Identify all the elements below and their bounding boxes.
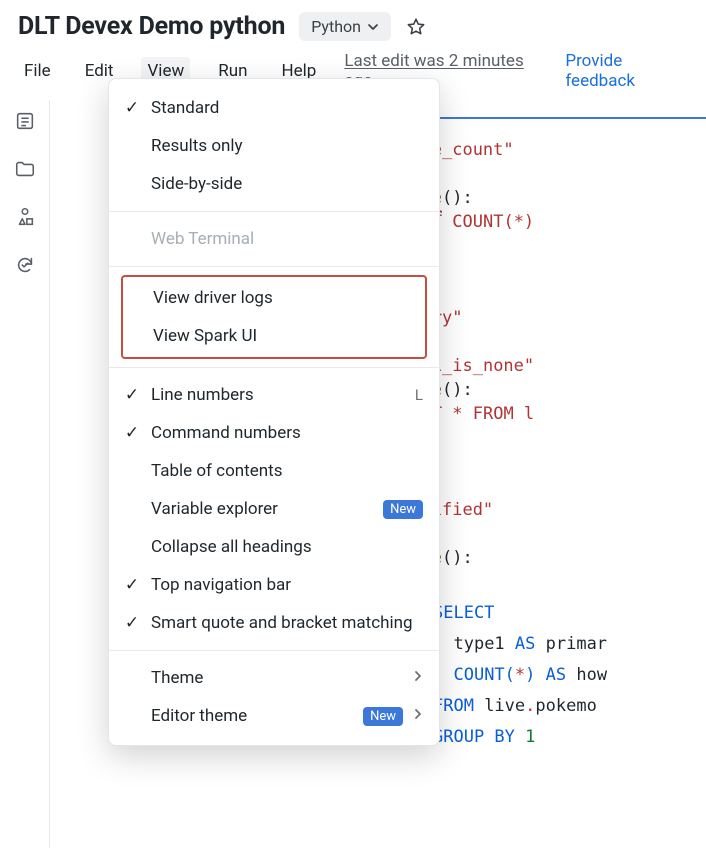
menu-separator [109, 650, 439, 651]
check-icon: ✓ [123, 613, 141, 633]
check-icon: ✓ [123, 575, 141, 595]
language-label: Python [311, 17, 361, 36]
menu-smart-quote[interactable]: ✓ Smart quote and bracket matching [109, 604, 439, 642]
new-badge: New [363, 707, 403, 726]
menu-view-driver-logs[interactable]: ✓ View driver logs [123, 279, 425, 317]
menu-separator [109, 211, 439, 212]
menu-view-spark-ui[interactable]: ✓ View Spark UI [123, 317, 425, 355]
language-selector[interactable]: Python [299, 12, 391, 41]
menu-command-numbers[interactable]: ✓ Command numbers [109, 414, 439, 452]
menu-theme[interactable]: ✓ Theme [109, 659, 439, 697]
menu-table-of-contents[interactable]: ✓ Table of contents [109, 452, 439, 490]
view-menu-dropdown: ✓ Standard ✓ Results only ✓ Side-by-side… [108, 78, 440, 746]
shapes-icon[interactable] [14, 206, 36, 232]
check-icon: ✓ [123, 98, 141, 118]
chevron-right-icon [413, 706, 423, 726]
star-icon[interactable] [405, 16, 427, 38]
folder-icon[interactable] [14, 158, 36, 184]
menu-editor-theme[interactable]: ✓ Editor theme New [109, 697, 439, 735]
new-badge: New [383, 500, 423, 519]
menu-standard[interactable]: ✓ Standard [109, 89, 439, 127]
shortcut-label: L [415, 386, 423, 404]
refresh-icon[interactable] [14, 254, 36, 280]
toc-icon[interactable] [14, 110, 36, 136]
check-icon: ✓ [123, 385, 141, 405]
menu-top-nav-bar[interactable]: ✓ Top navigation bar [109, 566, 439, 604]
provide-feedback-link[interactable]: Provide feedback [565, 51, 688, 91]
left-rail [0, 100, 50, 848]
menu-separator [109, 367, 439, 368]
menu-web-terminal: ✓ Web Terminal [109, 220, 439, 258]
menu-line-numbers[interactable]: ✓ Line numbers L [109, 376, 439, 414]
menu-separator [109, 266, 439, 267]
menu-side-by-side[interactable]: ✓ Side-by-side [109, 165, 439, 203]
menu-collapse-headings[interactable]: ✓ Collapse all headings [109, 528, 439, 566]
check-icon: ✓ [123, 423, 141, 443]
page-title: DLT Devex Demo python [18, 12, 285, 41]
chevron-right-icon [413, 668, 423, 688]
menu-file[interactable]: File [18, 57, 57, 85]
highlighted-section: ✓ View driver logs ✓ View Spark UI [121, 275, 427, 359]
chevron-down-icon [367, 21, 379, 33]
menu-variable-explorer[interactable]: ✓ Variable explorer New [109, 490, 439, 528]
menu-results-only[interactable]: ✓ Results only [109, 127, 439, 165]
